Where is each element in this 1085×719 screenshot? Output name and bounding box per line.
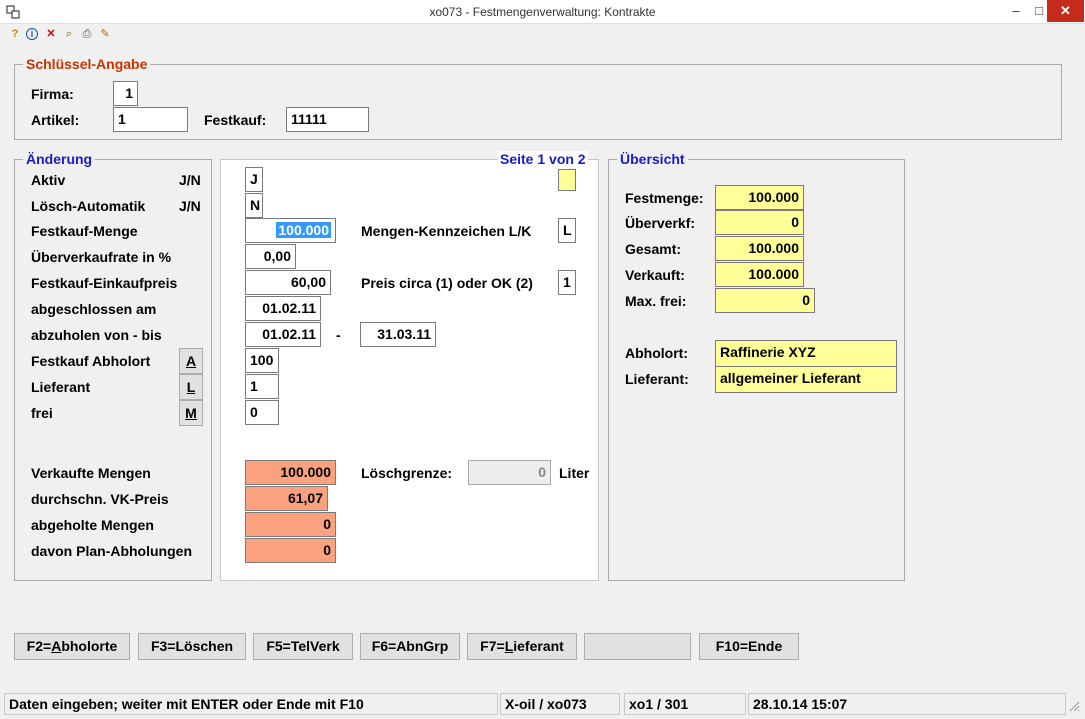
- print-icon[interactable]: ⎙: [80, 27, 94, 41]
- ueberverkauf-input[interactable]: 0,00: [245, 244, 296, 269]
- ueberverkf-value: 0: [715, 210, 804, 235]
- loeschgrenze-input[interactable]: 0: [468, 460, 551, 485]
- f10-ende-button[interactable]: F10=Ende: [699, 633, 799, 660]
- festkauf-label: Festkauf:: [204, 112, 267, 128]
- liter-label: Liter: [559, 465, 590, 481]
- abholen-bis-input[interactable]: 31.03.11: [360, 322, 436, 347]
- overview-legend: Übersicht: [617, 151, 688, 167]
- frei-label: frei: [31, 405, 53, 421]
- ov-lieferant-label: Lieferant:: [625, 371, 689, 387]
- status-user: xo1 / 301: [624, 693, 746, 715]
- frei-lookup-button[interactable]: M: [179, 400, 203, 426]
- festkauf-menge-label: Festkauf-Menge: [31, 223, 138, 239]
- help-icon[interactable]: ?: [8, 27, 22, 41]
- preis-label: Preis circa (1) oder OK (2): [361, 275, 533, 291]
- festmenge-value: 100.000: [715, 185, 804, 210]
- loesch-hint: J/N: [179, 198, 201, 214]
- aktiv-hint: J/N: [179, 172, 201, 188]
- f6-abngrp-button[interactable]: F6=AbnGrp: [360, 633, 460, 660]
- ov-abholort-value: Raffinerie XYZ: [715, 340, 897, 367]
- abgeschlossen-label: abgeschlossen am: [31, 301, 157, 317]
- loesch-input[interactable]: N: [245, 193, 263, 218]
- ueberverkf-label: Überverkf:: [625, 215, 696, 231]
- firma-input[interactable]: 1: [113, 81, 138, 106]
- delete-icon[interactable]: ✕: [44, 27, 58, 41]
- abholort-label: Festkauf Abholort: [31, 353, 151, 369]
- f7-lieferant-button[interactable]: F7=Lieferant: [467, 633, 577, 660]
- festkauf-menge-value: 100.000: [276, 222, 331, 238]
- status-program: X-oil / xo073: [500, 693, 620, 715]
- status-datetime: 28.10.14 15:07: [748, 693, 1066, 715]
- artikel-input[interactable]: 1: [113, 107, 188, 132]
- vk-preis-label: durchschn. VK-Preis: [31, 491, 169, 507]
- status-message: Daten eingeben; weiter mit ENTER oder En…: [4, 693, 498, 715]
- abgeholte-mengen-label: abgeholte Mengen: [31, 517, 154, 533]
- festkauf-input[interactable]: 11111: [286, 107, 369, 132]
- maxfrei-label: Max. frei:: [625, 293, 687, 309]
- keys-legend: Schlüssel-Angabe: [23, 56, 151, 72]
- einkaufpreis-input[interactable]: 60,00: [245, 270, 331, 295]
- date-range-dash: -: [336, 327, 341, 343]
- abzuholen-label: abzuholen von - bis: [31, 327, 162, 343]
- f2-text: bholorte: [61, 638, 118, 654]
- f2-key: F2=: [26, 638, 52, 654]
- lieferant-label: Lieferant: [31, 379, 91, 395]
- change-legend: Änderung: [23, 151, 96, 167]
- search-icon[interactable]: ⌕: [62, 27, 76, 41]
- f7-text: ieferant: [513, 638, 564, 654]
- plan-abholungen-label: davon Plan-Abholungen: [31, 543, 192, 559]
- lieferant-input[interactable]: 1: [245, 374, 279, 399]
- loesch-label: Lösch-Automatik: [31, 198, 146, 214]
- page-indicator: Seite 1 von 2: [498, 151, 588, 167]
- f2-abholorte-button[interactable]: F2=Abholorte: [14, 633, 130, 660]
- festkauf-menge-input[interactable]: 100.000: [245, 218, 336, 243]
- verkauft-value: 100.000: [715, 262, 804, 287]
- f3-loeschen-button[interactable]: F3=Löschen: [138, 633, 246, 660]
- ov-lieferant-value: allgemeiner Lieferant: [715, 366, 897, 393]
- verkaufte-mengen-label: Verkaufte Mengen: [31, 465, 151, 481]
- resize-grip-icon[interactable]: [1068, 700, 1080, 712]
- einkaufpreis-label: Festkauf-Einkaufpreis: [31, 275, 178, 291]
- minimize-button[interactable]: –: [1004, 0, 1028, 22]
- abgeholte-mengen-value: 0: [245, 512, 336, 537]
- info-icon[interactable]: i: [26, 28, 38, 40]
- maxfrei-value: 0: [715, 288, 815, 313]
- close-button[interactable]: ✕: [1047, 0, 1084, 22]
- page-marker[interactable]: [558, 169, 576, 191]
- f7-key: F7=: [480, 638, 505, 654]
- artikel-label: Artikel:: [31, 112, 80, 128]
- festmenge-label: Festmenge:: [625, 190, 704, 206]
- aktiv-input[interactable]: J: [245, 167, 263, 192]
- toolbar: [0, 24, 1085, 44]
- abholen-von-input[interactable]: 01.02.11: [245, 322, 321, 347]
- mengen-kz-input[interactable]: L: [558, 218, 576, 243]
- empty-function-button[interactable]: [584, 633, 691, 660]
- plan-abholungen-value: 0: [245, 538, 336, 563]
- f2-mnemonic: A: [51, 638, 62, 654]
- aktiv-label: Aktiv: [31, 172, 66, 188]
- lieferant-lookup-button[interactable]: L: [179, 374, 203, 400]
- gesamt-value: 100.000: [715, 236, 804, 261]
- gesamt-label: Gesamt:: [625, 241, 682, 257]
- verkaufte-mengen-value: 100.000: [245, 460, 336, 485]
- vk-preis-value: 61,07: [245, 486, 328, 511]
- f7-mnemonic: L: [504, 638, 514, 654]
- abgeschlossen-input[interactable]: 01.02.11: [245, 296, 321, 321]
- verkauft-label: Verkauft:: [625, 267, 685, 283]
- f5-telverk-button[interactable]: F5=TelVerk: [253, 633, 353, 660]
- export-icon[interactable]: ✎: [98, 27, 112, 41]
- loeschgrenze-label: Löschgrenze:: [361, 465, 453, 481]
- abholort-lookup-button[interactable]: A: [179, 348, 203, 374]
- ov-abholort-label: Abholort:: [625, 345, 688, 361]
- abholort-input[interactable]: 100: [245, 348, 279, 373]
- mengen-kz-label: Mengen-Kennzeichen L/K: [361, 223, 532, 239]
- frei-input[interactable]: 0: [245, 400, 279, 425]
- ueberverkauf-label: Überverkaufrate in %: [31, 249, 172, 265]
- preis-input[interactable]: 1: [558, 270, 576, 295]
- window-title: xo073 - Festmengenverwaltung: Kontrakte: [429, 5, 656, 19]
- firma-label: Firma:: [31, 86, 74, 102]
